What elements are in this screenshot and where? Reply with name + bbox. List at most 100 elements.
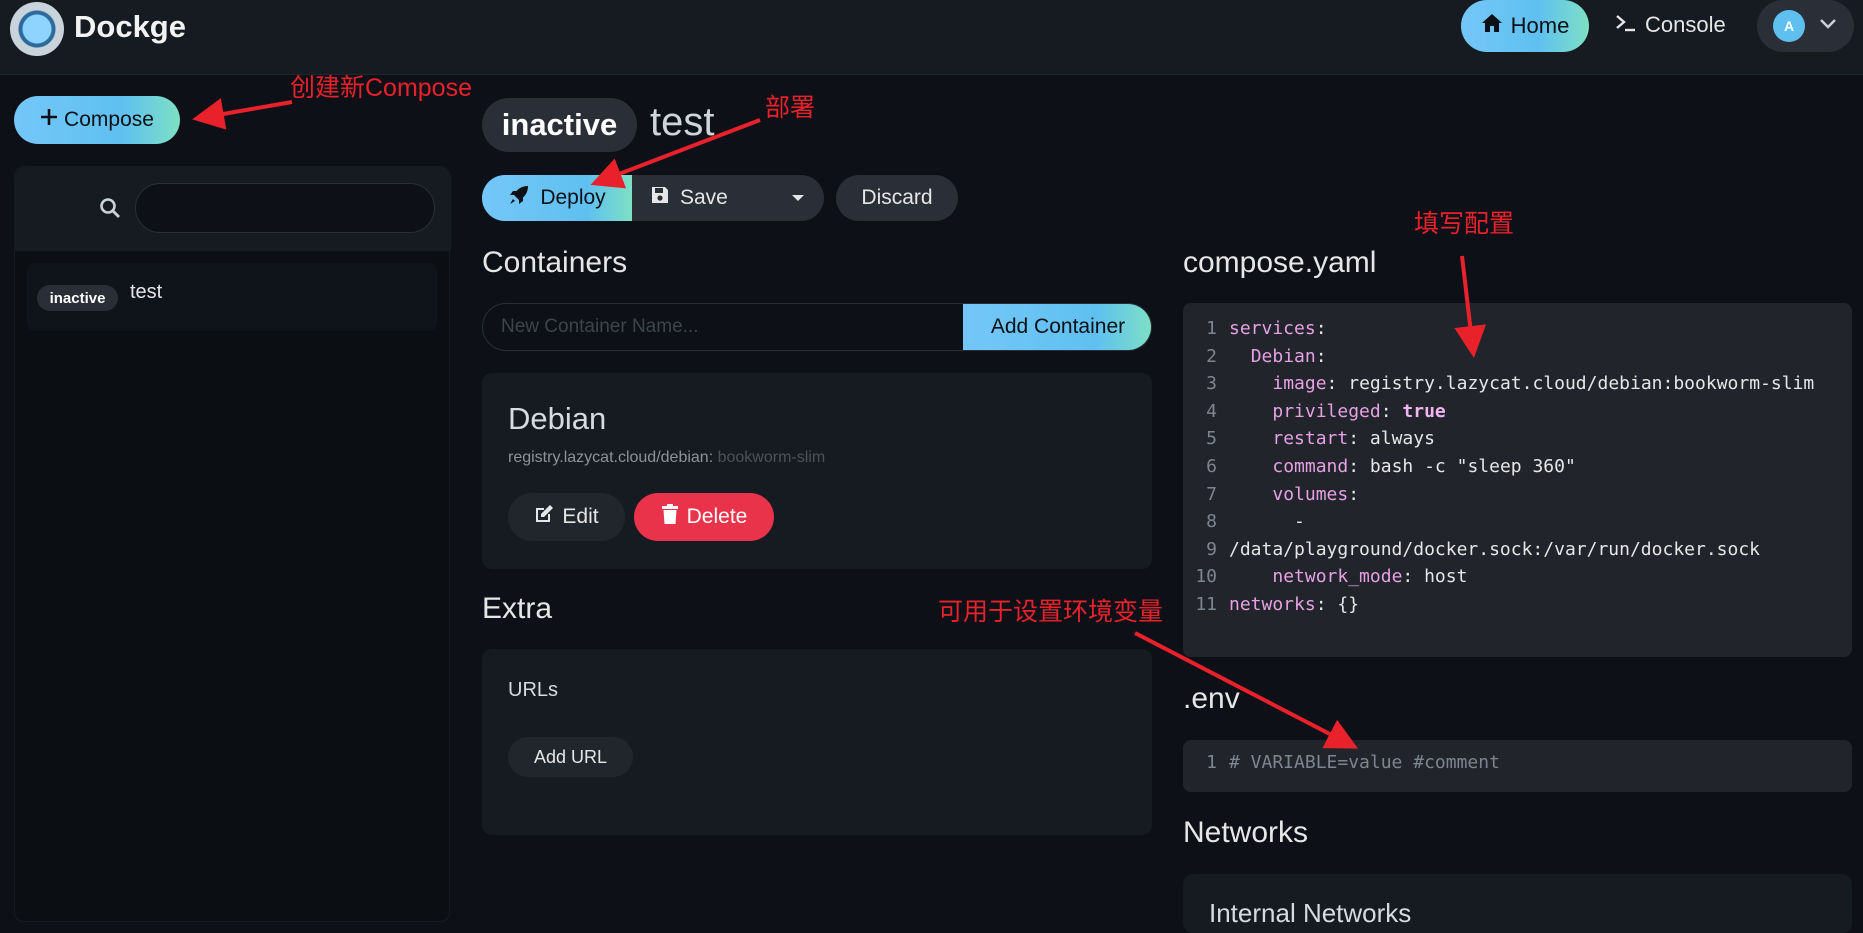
yaml-separator: : xyxy=(1315,345,1327,367)
stack-title: test xyxy=(650,100,715,144)
line-number: 5 xyxy=(1206,428,1217,450)
add-url-button[interactable]: Add URL xyxy=(508,737,633,777)
yaml-separator: : xyxy=(1348,483,1360,505)
new-container-name-input[interactable] xyxy=(483,304,963,350)
yaml-value: host xyxy=(1424,566,1468,588)
stack-action-group: Deploy Save xyxy=(482,175,824,221)
internal-networks-label: Internal Networks xyxy=(1209,898,1412,928)
urls-label: URLs xyxy=(508,679,559,701)
code-line: 5 restart: always xyxy=(1183,425,1852,453)
yaml-value: always xyxy=(1369,428,1435,450)
yaml-key: image xyxy=(1272,373,1327,395)
yaml-key: network_mode xyxy=(1272,566,1403,588)
env-heading: .env xyxy=(1183,682,1240,715)
discard-button[interactable]: Discard xyxy=(836,175,958,221)
line-number: 3 xyxy=(1206,373,1217,395)
line-number: 10 xyxy=(1195,566,1217,588)
yaml-value: true xyxy=(1402,400,1446,422)
code-line: 9/data/playground/docker.sock:/var/run/d… xyxy=(1183,536,1852,564)
nav-console-link[interactable]: Console xyxy=(1615,12,1726,38)
yaml-separator: : xyxy=(1326,373,1349,395)
new-compose-button[interactable]: Compose xyxy=(14,96,180,144)
stack-name: test xyxy=(130,281,163,303)
code-line: 8 - xyxy=(1183,508,1852,536)
edit-container-button[interactable]: Edit xyxy=(508,493,625,541)
annotation-env-usage: 可用于设置环境变量 xyxy=(938,598,1164,626)
env-editor[interactable]: 1 # VARIABLE=value #comment xyxy=(1183,740,1852,792)
line-number: 2 xyxy=(1206,345,1217,367)
yaml-separator: : xyxy=(1380,400,1403,422)
save-button[interactable]: Save xyxy=(650,175,728,221)
yaml-separator: : xyxy=(1348,428,1370,450)
container-name: Debian xyxy=(508,401,607,436)
dockge-logo xyxy=(10,2,64,56)
code-line: 10 network_mode: host xyxy=(1183,563,1852,591)
status-badge: inactive xyxy=(37,285,118,311)
add-container-button[interactable]: Add Container xyxy=(963,304,1151,350)
line-number: 1 xyxy=(1206,318,1217,339)
container-card: Debian registry.lazycat.cloud/debian: bo… xyxy=(482,373,1152,569)
nav-home-button[interactable]: Home xyxy=(1461,0,1589,52)
code-line: 6 command: bash -c "sleep 360" xyxy=(1183,453,1852,481)
deploy-button[interactable]: Deploy xyxy=(482,175,632,221)
annotation-fill-config: 填写配置 xyxy=(1414,210,1515,238)
yaml-key: command xyxy=(1272,455,1349,477)
yaml-separator: : xyxy=(1315,318,1327,339)
annotation-deploy: 部署 xyxy=(765,94,816,122)
annotation-create-compose: 创建新Compose xyxy=(290,74,472,102)
yaml-value: registry.lazycat.cloud/debian:bookworm-s… xyxy=(1348,373,1815,395)
yaml-key: volumes xyxy=(1272,483,1349,505)
floppy-disk-icon xyxy=(650,185,670,211)
home-icon xyxy=(1481,13,1503,39)
search-input[interactable] xyxy=(135,183,435,233)
arrow-create-compose xyxy=(192,98,293,130)
profile-menu[interactable]: A xyxy=(1757,0,1854,52)
compose-yaml-heading: compose.yaml xyxy=(1183,246,1377,279)
plus-icon xyxy=(40,108,58,132)
line-number: 6 xyxy=(1206,455,1217,477)
compose-yaml-editor[interactable]: 1 services:2 Debian:3 image: registry.laz… xyxy=(1183,303,1852,657)
yaml-value: {} xyxy=(1337,593,1360,615)
line-number: 8 xyxy=(1206,511,1217,533)
code-line: 2 Debian: xyxy=(1183,343,1852,371)
stack-status-badge: inactive xyxy=(482,98,637,152)
new-container-form: Add Container xyxy=(482,303,1152,351)
yaml-key: privileged xyxy=(1272,400,1381,422)
yaml-key: restart xyxy=(1272,428,1349,450)
delete-container-button[interactable]: Delete xyxy=(634,493,774,541)
line-number: 4 xyxy=(1206,400,1217,422)
delete-label: Delete xyxy=(686,505,748,528)
yaml-value: bash -c "sleep 360" xyxy=(1369,455,1576,477)
compose-button-label: Compose xyxy=(64,108,154,131)
save-dropdown-toggle[interactable] xyxy=(778,175,818,221)
container-image: registry.lazycat.cloud/debian: bookworm-… xyxy=(508,449,825,467)
brand-name: Dockge xyxy=(74,9,186,44)
line-number: 7 xyxy=(1206,483,1217,505)
nav-console-label: Console xyxy=(1645,12,1726,37)
top-bar: Dockge Home Console A xyxy=(0,0,1863,75)
chevron-down-icon xyxy=(1819,17,1837,35)
terminal-icon xyxy=(1615,12,1637,38)
rocket-icon xyxy=(508,184,530,212)
line-number: 1 xyxy=(1206,752,1217,773)
extra-card: URLs Add URL xyxy=(482,649,1152,835)
code-line: 7 volumes: xyxy=(1183,481,1852,509)
search-icon xyxy=(99,197,121,224)
yaml-separator: : xyxy=(1348,455,1370,477)
sidebar-stack-item[interactable]: inactive test xyxy=(27,263,437,331)
line-number: 11 xyxy=(1195,593,1217,615)
yaml-key: Debian xyxy=(1250,345,1316,367)
image-tag: bookworm-slim xyxy=(717,449,826,466)
env-content: # VARIABLE=value #comment xyxy=(1229,752,1500,773)
yaml-value: /data/playground/docker.sock:/var/run/do… xyxy=(1229,538,1761,560)
extra-heading: Extra xyxy=(482,592,553,625)
yaml-key: services xyxy=(1229,318,1316,339)
containers-heading: Containers xyxy=(482,246,628,279)
yaml-key: networks xyxy=(1229,593,1316,615)
caret-down-icon xyxy=(791,189,805,207)
avatar: A xyxy=(1773,10,1805,42)
